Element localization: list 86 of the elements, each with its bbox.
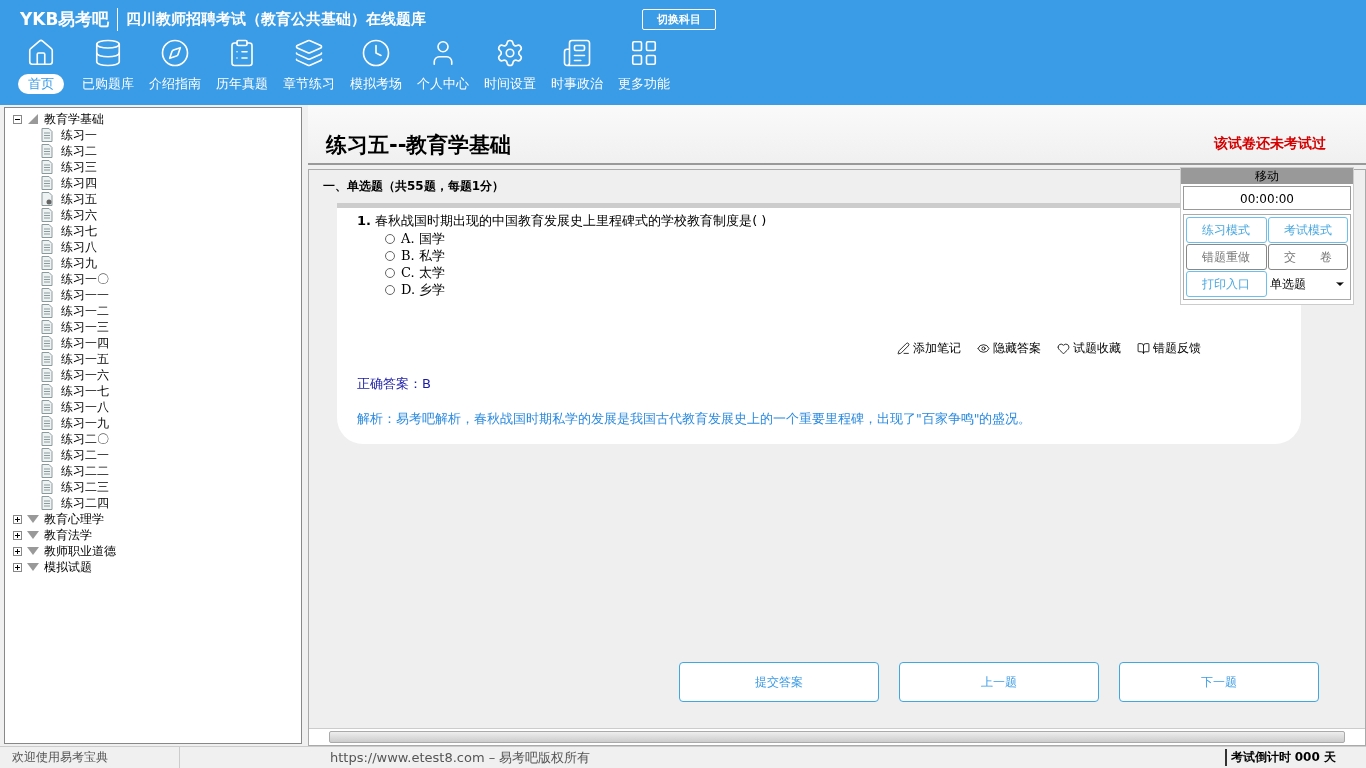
- nav-label: 历年真题: [215, 75, 269, 93]
- tree-item[interactable]: 练习一四: [61, 334, 109, 352]
- newspaper-icon: [562, 38, 592, 68]
- answer-analysis: 解析：易考吧解析，春秋战国时期私学的发展是我国古代教育发展史上的一个重要里程碑，出现了"百家争鸣"的盛况。: [357, 411, 1033, 428]
- question-action[interactable]: 添加笔记: [897, 340, 961, 357]
- tree-item[interactable]: 练习九: [61, 254, 97, 272]
- tree-item[interactable]: 教育学基础: [44, 110, 104, 128]
- collapse-toggle[interactable]: [13, 114, 22, 124]
- tree-item[interactable]: 练习一九: [61, 414, 109, 432]
- paper-status: 该试卷还未考试过: [1214, 135, 1326, 153]
- radio-button[interactable]: [385, 250, 395, 261]
- nav-label: 时间设置: [483, 75, 537, 93]
- down-triangle-icon: [26, 514, 40, 524]
- tree-item[interactable]: 练习二一: [61, 446, 109, 464]
- move-handle[interactable]: 移动: [1181, 168, 1353, 184]
- tree-item[interactable]: 练习二: [61, 142, 97, 160]
- compass-icon: [160, 38, 190, 68]
- heart-icon: [1057, 342, 1070, 355]
- horizontal-scrollbar[interactable]: [309, 728, 1365, 745]
- tree-item[interactable]: 练习二三: [61, 478, 109, 496]
- eye-icon: [977, 342, 990, 355]
- tree-item[interactable]: 教师职业道德: [44, 542, 116, 560]
- clock-icon: [361, 38, 391, 68]
- layers-icon: [294, 38, 324, 68]
- tree-item[interactable]: 练习一五: [61, 350, 109, 368]
- tree-item[interactable]: 练习二二: [61, 462, 109, 480]
- down-triangle-icon: [26, 530, 40, 540]
- nav-label: 更多功能: [617, 75, 671, 93]
- book-icon: [1137, 342, 1150, 355]
- question-action[interactable]: 试题收藏: [1057, 340, 1121, 357]
- app-title: 四川教师招聘考试（教育公共基础）在线题库: [126, 9, 427, 29]
- tree-item[interactable]: 练习二四: [61, 494, 109, 512]
- copyright-text: https://www.etest8.com – 易考吧版权所有: [330, 748, 591, 767]
- question-action[interactable]: 错题反馈: [1137, 340, 1201, 357]
- nav-label: 首页: [18, 74, 64, 94]
- down-triangle-icon: [26, 546, 40, 556]
- tree-item[interactable]: 练习二〇: [61, 430, 109, 448]
- nav-label: 已购题库: [81, 75, 135, 93]
- section-heading: 一、单选题（共55题，每题1分）: [323, 178, 506, 195]
- tree-item[interactable]: 练习三: [61, 158, 97, 176]
- question-action[interactable]: 隐藏答案: [977, 340, 1041, 357]
- tree-item[interactable]: 练习一八: [61, 398, 109, 416]
- tree-item[interactable]: 练习一三: [61, 318, 109, 336]
- nav-label: 时事政治: [550, 75, 604, 93]
- nav-label: 个人中心: [416, 75, 470, 93]
- tree-item[interactable]: 练习一七: [61, 382, 109, 400]
- tree-item[interactable]: 练习一六: [61, 366, 109, 384]
- tree-item[interactable]: 练习六: [61, 206, 97, 224]
- expand-toggle[interactable]: [13, 562, 22, 572]
- radio-button[interactable]: [385, 233, 395, 244]
- answer-option[interactable]: A. 国学: [357, 230, 445, 247]
- answer-option[interactable]: B. 私学: [357, 247, 445, 264]
- settings-icon: [495, 38, 525, 68]
- timer-display: 00:00:00: [1183, 186, 1351, 210]
- tree-item[interactable]: 练习一〇: [61, 270, 109, 288]
- tree-item[interactable]: 练习四: [61, 174, 97, 192]
- tree-item[interactable]: 练习八: [61, 238, 97, 256]
- triangle-icon: [26, 114, 40, 124]
- grid-icon: [629, 38, 659, 68]
- welcome-text: 欢迎使用易考宝典: [0, 747, 180, 768]
- paper-title: 练习五--教育学基础: [326, 132, 512, 159]
- tree-item[interactable]: 教育心理学: [44, 510, 104, 528]
- tree-item[interactable]: 模拟试题: [44, 558, 92, 576]
- nav-label: 模拟考场: [349, 75, 403, 93]
- answer-option[interactable]: D. 乡学: [357, 281, 446, 298]
- radio-button[interactable]: [385, 267, 395, 278]
- exam-countdown: 考试倒计时 000 天: [1224, 749, 1366, 766]
- app-logo: YKB易考吧: [20, 7, 119, 31]
- expand-toggle[interactable]: [13, 530, 22, 540]
- tree-item[interactable]: 练习一: [61, 126, 97, 144]
- nav-label: 介绍指南: [148, 75, 202, 93]
- tree-item[interactable]: 教育法学: [44, 526, 92, 544]
- expand-toggle[interactable]: [13, 546, 22, 556]
- nav-label: 章节练习: [282, 75, 336, 93]
- tree-item[interactable]: 练习七: [61, 222, 97, 240]
- correct-answer: 正确答案：B: [357, 375, 432, 393]
- pen-icon: [897, 342, 910, 355]
- down-triangle-icon: [26, 562, 40, 572]
- tree-item[interactable]: 练习一一: [61, 286, 109, 304]
- radio-button[interactable]: [385, 284, 395, 295]
- database-icon: [93, 38, 123, 68]
- home-icon: [26, 38, 56, 68]
- expand-toggle[interactable]: [13, 514, 22, 524]
- tree-item[interactable]: 练习五: [61, 190, 97, 208]
- answer-option[interactable]: C. 太学: [357, 264, 445, 281]
- tree-item[interactable]: 练习一二: [61, 302, 109, 320]
